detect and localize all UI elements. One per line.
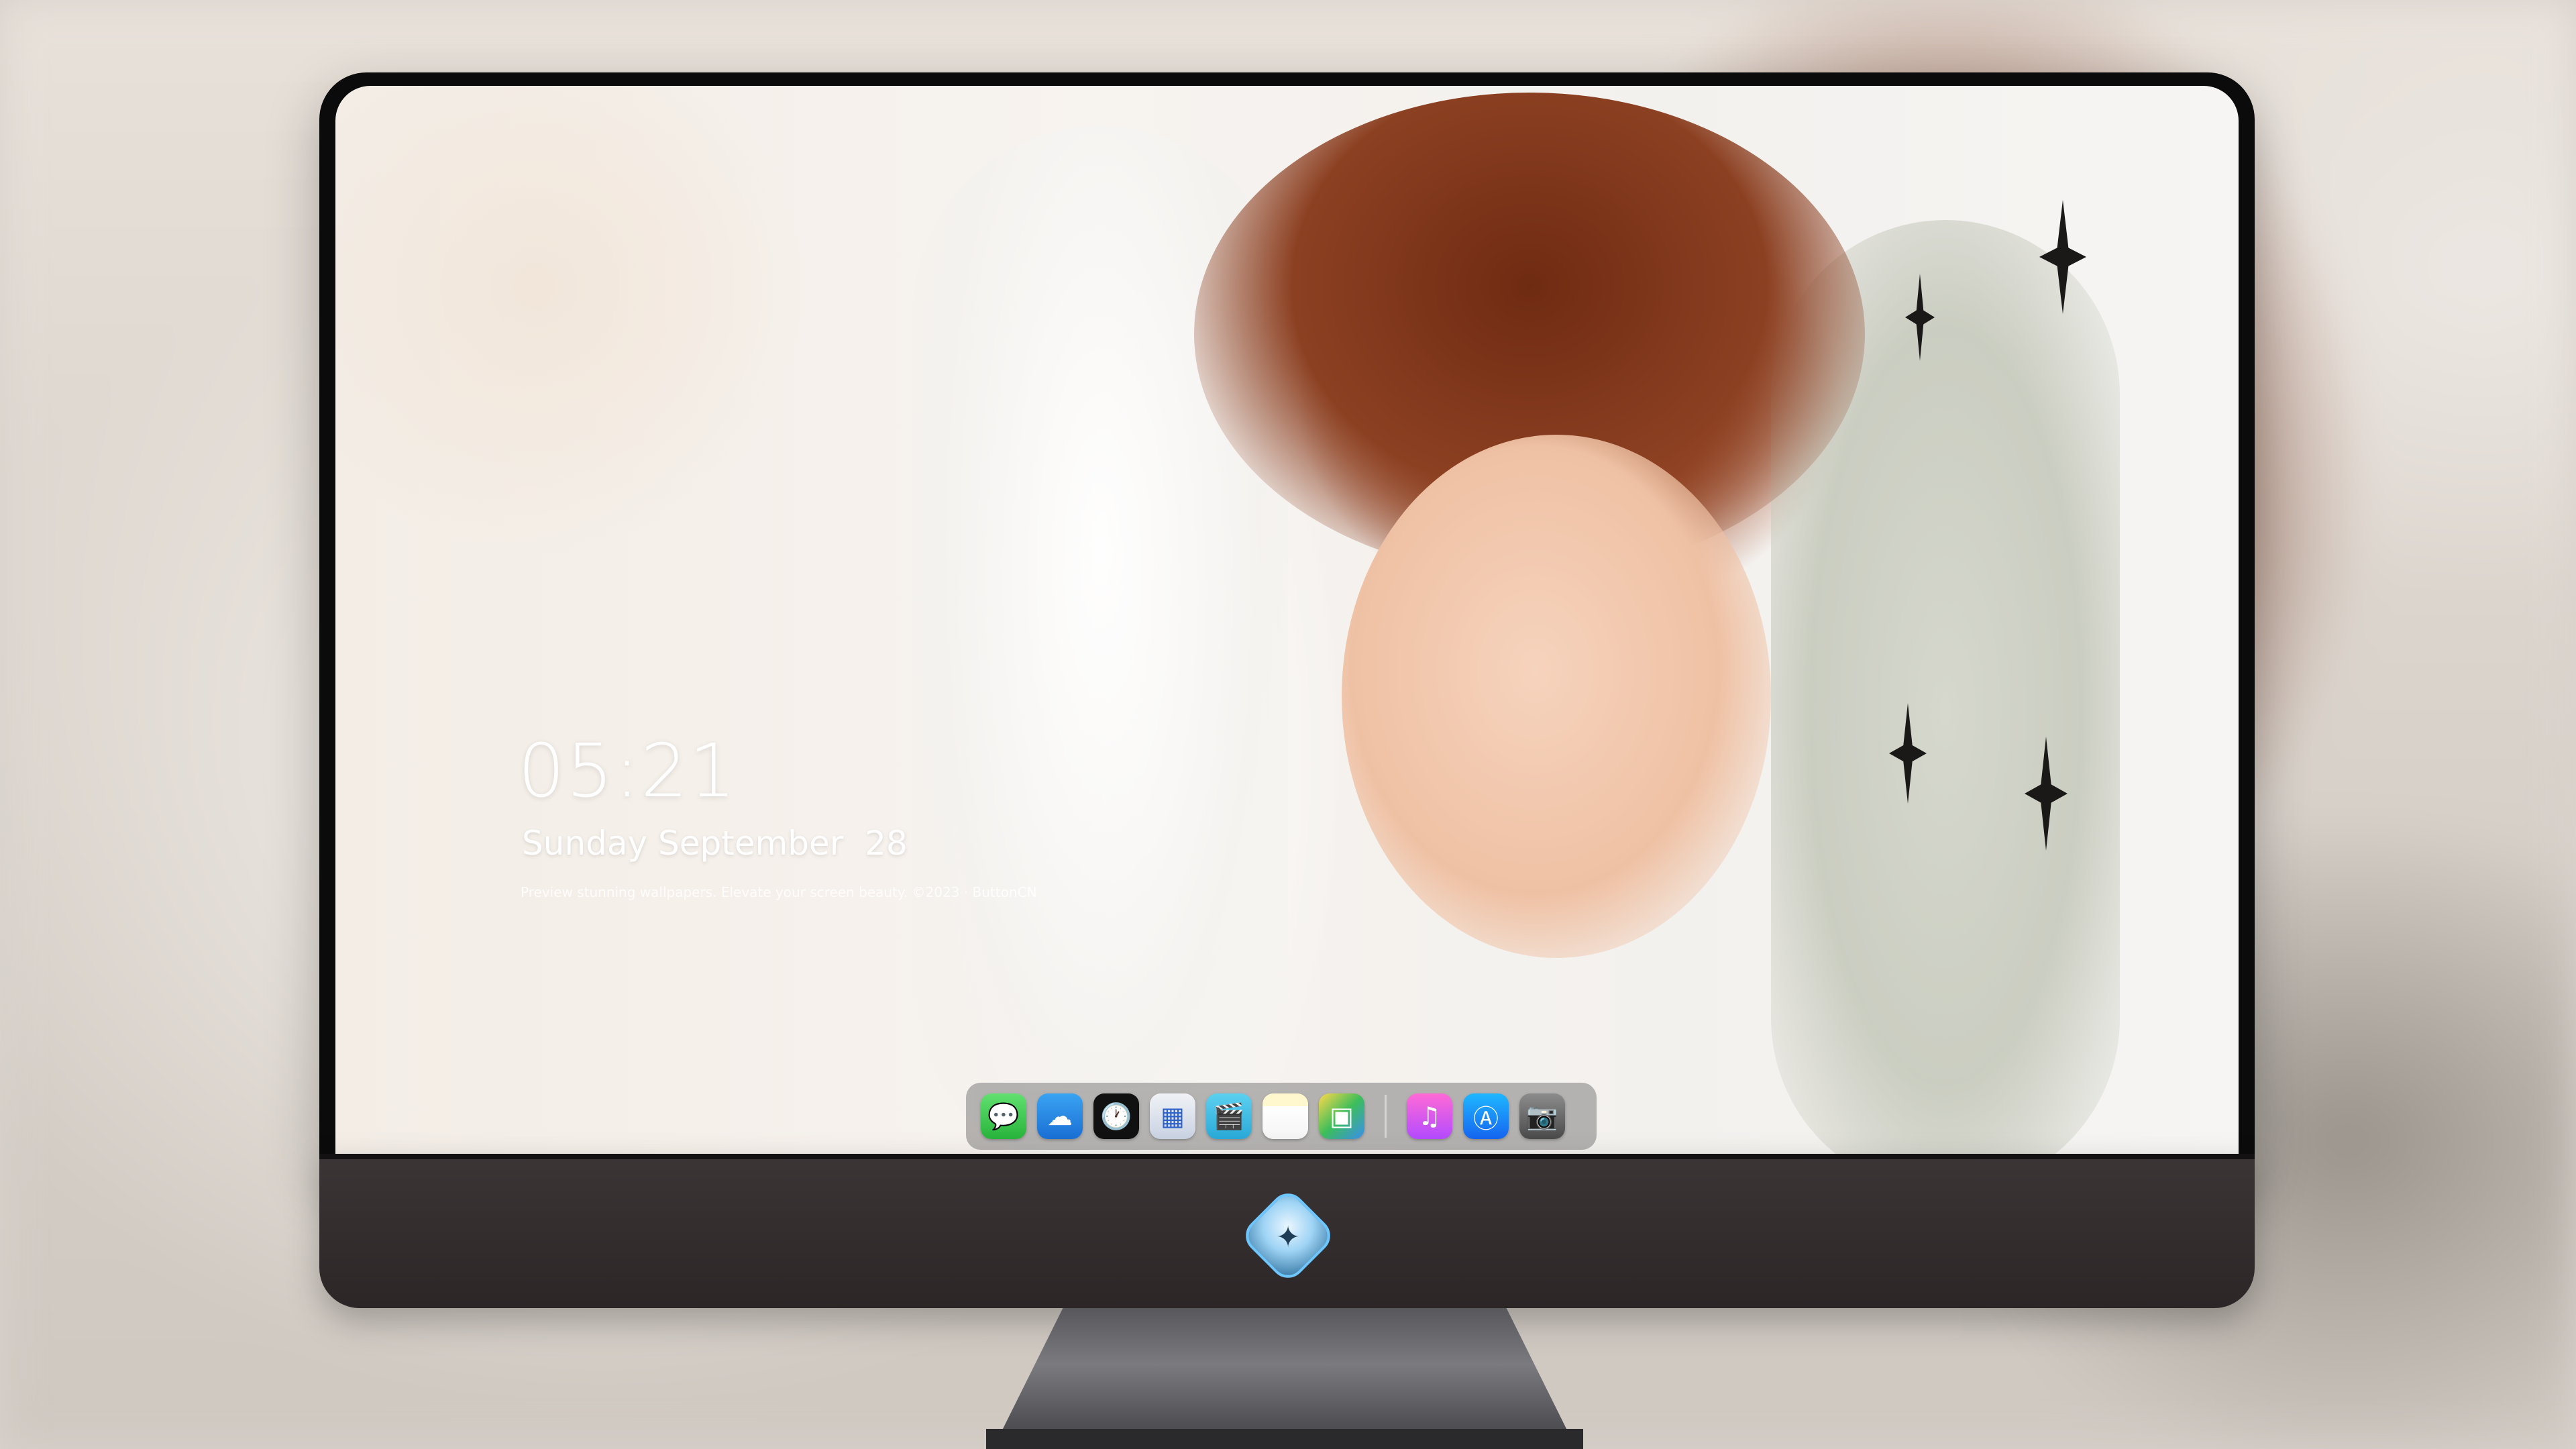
monitor-stand [993, 1308, 1576, 1449]
dock: 💬 ☁ 🕐 ▦ 🎬 ▣ ♫ Ⓐ 📷 [966, 1083, 1597, 1150]
wallpaper-caption: Preview stunning wallpapers. Elevate you… [521, 884, 1037, 900]
monitor-chin-edge [319, 1154, 2255, 1159]
lock-clock: 05:21 [518, 728, 738, 814]
wallpaper-face [1342, 435, 1771, 958]
desktop-screen [335, 86, 2239, 1154]
music-note-icon[interactable]: ♫ [1407, 1093, 1452, 1139]
mascot-icon: ✦ [1275, 1220, 1301, 1254]
clock-icon[interactable]: 🕐 [1093, 1093, 1139, 1139]
clapperboard-icon[interactable]: 🎬 [1206, 1093, 1252, 1139]
lock-date: Sunday September 28 [522, 824, 908, 863]
app-store-icon[interactable]: Ⓐ [1463, 1093, 1509, 1139]
camera-icon[interactable]: 📷 [1519, 1093, 1565, 1139]
photo-gallery-icon[interactable]: ▣ [1319, 1093, 1364, 1139]
monitor-stand-base [986, 1429, 1583, 1449]
messages-icon[interactable]: 💬 [981, 1093, 1026, 1139]
preview-icon[interactable]: ▦ [1150, 1093, 1195, 1139]
dock-separator [1385, 1095, 1387, 1138]
weather-icon[interactable]: ☁ [1037, 1093, 1083, 1139]
notes-icon[interactable] [1263, 1093, 1308, 1139]
